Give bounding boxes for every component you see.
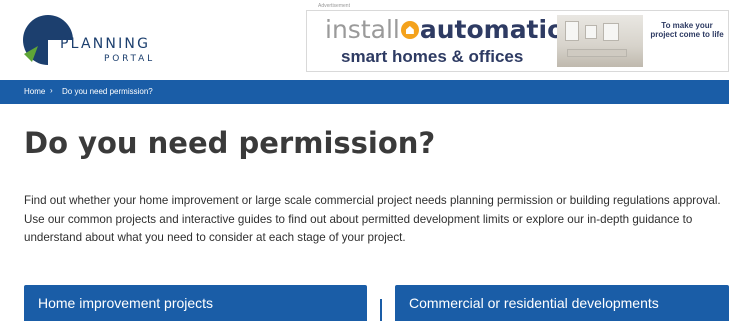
logo-wordmark: PLANNING xyxy=(60,36,151,52)
card-label: Home improvement projects xyxy=(38,295,214,311)
ad-room-photo xyxy=(557,15,643,67)
page-title: Do you need permission? xyxy=(24,126,436,160)
breadcrumb: Home › Do you need permission? xyxy=(0,80,729,104)
advertisement-banner[interactable]: install automation smart homes & offices … xyxy=(306,10,729,72)
divider xyxy=(380,299,382,321)
site-header: PLANNING PORTAL Advertisement install aut… xyxy=(0,0,729,80)
ad-label: Advertisement xyxy=(318,3,350,9)
logo-subwordmark: PORTAL xyxy=(104,54,155,64)
home-improvement-projects-card[interactable]: Home improvement projects xyxy=(24,285,367,321)
commercial-developments-card[interactable]: Commercial or residential developments xyxy=(395,285,729,321)
ad-brand-prefix: install xyxy=(325,15,400,44)
ad-subtitle: smart homes & offices xyxy=(341,47,524,66)
breadcrumb-home-link[interactable]: Home xyxy=(24,87,45,96)
ad-tagline: To make your project come to life xyxy=(650,21,724,40)
card-label: Commercial or residential developments xyxy=(409,295,659,311)
breadcrumb-current: Do you need permission? xyxy=(62,87,153,96)
planning-portal-logo[interactable]: PLANNING PORTAL xyxy=(22,14,162,66)
intro-text: Find out whether your home improvement o… xyxy=(24,194,721,244)
chevron-right-icon: › xyxy=(50,86,53,95)
ad-brand: install automation xyxy=(325,15,582,44)
house-icon xyxy=(400,21,419,39)
